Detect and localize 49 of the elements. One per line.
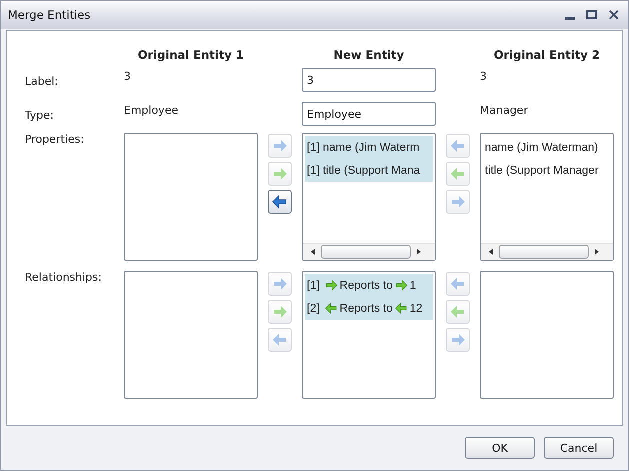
field-value: 3 [124, 69, 132, 85]
list-box[interactable] [480, 271, 614, 399]
relation-label: Reports to [340, 280, 393, 292]
property-item[interactable]: [1] name (Jim Waterm [305, 136, 433, 159]
window-title: Merge Entities [8, 8, 91, 22]
field-label: Type: [25, 108, 55, 122]
field-label: Label: [25, 74, 60, 88]
field-value: Employee [124, 103, 180, 119]
item-index: [2] [307, 302, 320, 314]
relationship-item[interactable]: [2] Reports to 12 [305, 297, 433, 320]
scroll-left-icon[interactable] [309, 248, 317, 256]
right-arrow-icon [324, 279, 339, 292]
dialog-button[interactable]: Cancel [544, 437, 614, 459]
field-value: Manager [480, 103, 530, 119]
column-heading: New Entity [332, 48, 406, 62]
column-heading: Original Entity 1 [137, 48, 245, 62]
scroll-right-icon[interactable] [593, 248, 601, 256]
left-arrow-icon [324, 302, 339, 315]
scrollbar-thumb[interactable] [499, 245, 589, 259]
text-field[interactable]: Employee [302, 102, 436, 126]
list-box[interactable]: name (Jim Waterman) title (Support Manager [480, 133, 614, 261]
left-arrow-icon [394, 302, 409, 315]
column-heading: Original Entity 2 [493, 48, 601, 62]
scrollbar-thumb[interactable] [321, 245, 411, 259]
list-box[interactable]: [1] name (Jim Waterm [1] title (Support Mana [302, 133, 436, 261]
field-value: 3 [480, 69, 488, 85]
section-label: Properties: [25, 133, 86, 146]
relationship-item[interactable]: [1] Reports to 1 [305, 274, 433, 297]
list-box[interactable]: [1] Reports to 1 [2] Reports to 12 [302, 271, 436, 399]
scroll-left-icon[interactable] [487, 248, 495, 256]
horizontal-scrollbar[interactable] [303, 243, 435, 260]
arrow-button[interactable] [268, 190, 292, 214]
relation-target: 1 [410, 280, 416, 292]
section-label: Relationships: [25, 271, 103, 284]
property-item[interactable]: [1] title (Support Mana [305, 159, 433, 182]
horizontal-scrollbar[interactable] [481, 243, 613, 260]
list-box[interactable] [124, 271, 258, 399]
right-arrow-icon [394, 279, 409, 292]
relation-target: 12 [410, 302, 423, 314]
scroll-right-icon[interactable] [415, 248, 423, 256]
relation-label: Reports to [340, 302, 393, 314]
item-index: [1] [307, 280, 320, 292]
property-item[interactable]: title (Support Manager [483, 159, 611, 182]
dialog-button[interactable]: OK [465, 437, 535, 459]
property-item[interactable]: name (Jim Waterman) [483, 136, 611, 159]
list-box[interactable] [124, 133, 258, 261]
close-icon[interactable] [608, 9, 620, 21]
maximize-icon[interactable] [586, 9, 598, 21]
text-field[interactable]: 3 [302, 68, 436, 92]
